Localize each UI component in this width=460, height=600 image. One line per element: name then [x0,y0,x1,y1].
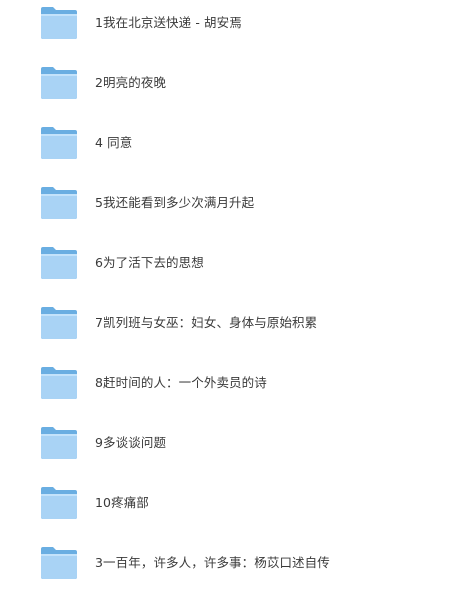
folder-item[interactable]: 3一百年，许多人，许多事：杨苡口述自传 [0,540,460,600]
folder-icon [40,426,78,460]
folder-name: 7凯列班与女巫：妇女、身体与原始积累 [95,315,318,330]
folder-icon [40,366,78,400]
folder-list: 1我在北京送快递 - 胡安焉 2明亮的夜晚 4 同意 5我还能看到多少次满月升起… [0,0,460,599]
folder-item[interactable]: 8赶时间的人：一个外卖员的诗 [0,360,460,420]
folder-name: 5我还能看到多少次满月升起 [95,195,255,210]
folder-name: 9多谈谈问题 [95,435,167,450]
folder-name: 1我在北京送快递 - 胡安焉 [95,15,242,30]
folder-name: 2明亮的夜晚 [95,75,167,90]
folder-icon [40,126,78,160]
folder-item[interactable]: 4 同意 [0,120,460,180]
folder-item[interactable]: 1我在北京送快递 - 胡安焉 [0,0,460,60]
folder-name: 10疼痛部 [95,495,149,510]
folder-icon [40,486,78,520]
folder-item[interactable]: 7凯列班与女巫：妇女、身体与原始积累 [0,300,460,360]
folder-icon [40,306,78,340]
folder-item[interactable]: 2明亮的夜晚 [0,60,460,120]
folder-icon [40,6,78,40]
folder-item[interactable]: 6为了活下去的思想 [0,240,460,300]
folder-name: 4 同意 [95,135,133,150]
folder-icon [40,546,78,580]
folder-icon [40,66,78,100]
folder-icon [40,186,78,220]
folder-item[interactable]: 9多谈谈问题 [0,420,460,480]
folder-name: 6为了活下去的思想 [95,255,204,270]
folder-name: 3一百年，许多人，许多事：杨苡口述自传 [95,555,330,570]
folder-item[interactable]: 10疼痛部 [0,480,460,540]
folder-name: 8赶时间的人：一个外卖员的诗 [95,375,267,390]
folder-item[interactable]: 5我还能看到多少次满月升起 [0,180,460,240]
folder-icon [40,246,78,280]
